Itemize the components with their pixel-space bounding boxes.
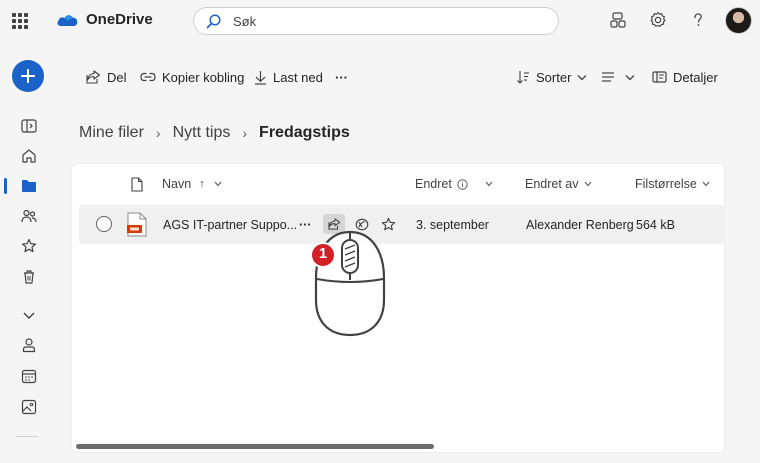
waffle-icon[interactable] <box>12 13 28 29</box>
share-icon <box>327 218 340 230</box>
meetings-calendar-icon[interactable] <box>20 367 38 385</box>
onedrive-cloud-icon <box>57 14 78 26</box>
people-icon[interactable] <box>20 336 38 354</box>
share-people-icon[interactable] <box>609 11 627 34</box>
top-bar: OneDrive <box>0 0 760 42</box>
search-icon <box>206 13 221 28</box>
help-icon[interactable] <box>689 11 707 34</box>
search-box[interactable] <box>193 7 559 35</box>
file-size-column-header[interactable]: Filstørrelse <box>635 177 710 191</box>
breadcrumb: Mine filer › Nytt tips › Fredagstips <box>79 124 350 142</box>
sort-ascending-icon: ↑ <box>199 178 205 190</box>
brand-name: OneDrive <box>86 11 153 28</box>
chevron-down-icon <box>625 74 635 80</box>
share-label: Del <box>107 69 127 85</box>
sort-label: Sorter <box>536 69 572 85</box>
recycle-bin-icon[interactable] <box>20 268 38 286</box>
my-files-icon[interactable] <box>20 177 38 195</box>
rail-divider <box>16 436 38 437</box>
chevron-down-icon <box>584 181 591 187</box>
file-type-icon <box>131 177 143 192</box>
sort-icon <box>517 71 529 84</box>
collapse-nav-icon[interactable] <box>20 117 38 135</box>
pdf-file-icon <box>127 212 147 237</box>
file-size-header-label: Filstørrelse <box>635 177 697 191</box>
photos-icon[interactable] <box>20 398 38 416</box>
file-type-column-header[interactable] <box>131 177 143 192</box>
share-icon <box>86 70 101 84</box>
list-view-icon <box>602 72 614 82</box>
copy-link-button[interactable]: Kopier kobling <box>140 67 244 87</box>
share-button[interactable]: Del <box>86 67 127 87</box>
file-size: 564 kB <box>636 218 675 232</box>
settings-icon[interactable] <box>649 11 667 34</box>
download-label: Last ned <box>273 69 323 85</box>
plus-icon <box>21 69 35 83</box>
search-input[interactable] <box>233 13 533 29</box>
brand[interactable]: OneDrive <box>56 11 153 28</box>
avatar[interactable] <box>725 7 752 34</box>
modified-date: 3. september <box>416 218 489 232</box>
breadcrumb-current: Fredagstips <box>259 124 350 141</box>
file-name[interactable]: AGS IT-partner Suppo... <box>163 218 297 232</box>
create-new-button[interactable] <box>12 60 44 92</box>
horizontal-scrollbar[interactable] <box>76 444 434 449</box>
sort-button[interactable]: Sorter <box>516 67 587 87</box>
details-label: Detaljer <box>673 69 718 85</box>
modified-by: Alexander Renberg <box>526 218 634 232</box>
download-icon <box>255 70 266 85</box>
shared-icon[interactable] <box>20 207 38 225</box>
modified-column-header[interactable]: Endret <box>415 177 493 191</box>
nav-active-indicator <box>4 178 7 194</box>
name-column-header[interactable]: Navn ↑ <box>162 177 222 191</box>
breadcrumb-my-files[interactable]: Mine filer <box>79 124 144 142</box>
link-icon <box>140 72 156 82</box>
name-header-label: Navn <box>162 177 192 191</box>
copy-link-label: Kopier kobling <box>162 69 245 85</box>
breadcrumb-separator-icon: › <box>155 125 161 141</box>
more-label: ··· <box>335 69 348 85</box>
breadcrumb-separator-icon: › <box>242 125 248 141</box>
breadcrumb-new-tips[interactable]: Nytt tips <box>173 124 231 142</box>
modified-by-header-label: Endret av <box>525 177 579 191</box>
row-select-radio[interactable] <box>96 216 112 232</box>
chevron-down-icon <box>214 181 222 187</box>
home-icon[interactable] <box>20 147 38 165</box>
details-button[interactable]: Detaljer <box>652 67 718 87</box>
loop-icon <box>355 218 369 230</box>
chevron-down-icon[interactable] <box>20 306 38 324</box>
download-button[interactable]: Last ned <box>254 67 323 87</box>
modified-by-column-header[interactable]: Endret av <box>525 177 592 191</box>
favorites-star-icon[interactable] <box>20 237 38 255</box>
chevron-down-icon <box>702 181 710 187</box>
chevron-down-icon <box>577 74 587 80</box>
details-pane-icon <box>652 71 667 83</box>
more-commands-button[interactable]: ··· <box>335 67 348 87</box>
info-icon <box>457 178 468 190</box>
modified-header-label: Endret <box>415 177 452 191</box>
chevron-down-icon <box>485 181 493 187</box>
view-options-button[interactable] <box>601 67 635 87</box>
step-number-badge: 1 <box>318 245 328 262</box>
